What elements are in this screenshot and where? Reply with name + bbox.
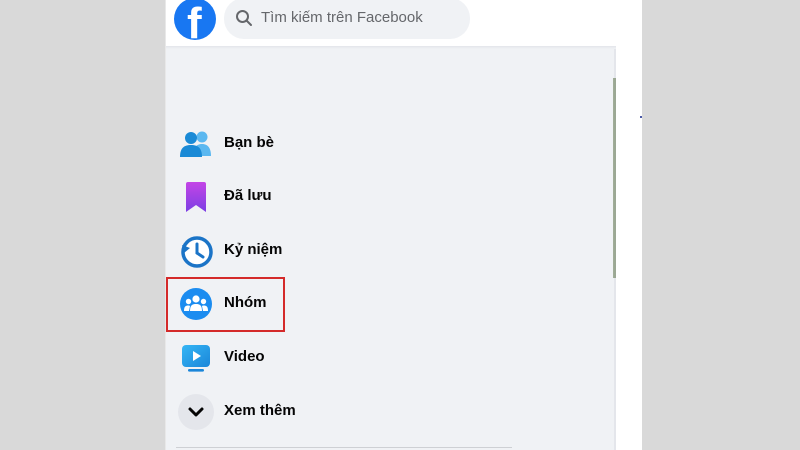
sidebar-item-memories[interactable]: Kỷ niệm [174,227,594,275]
highlight-box-groups [166,277,285,332]
sidebar-item-label: Đã lưu [224,187,272,204]
content-dot [640,116,642,118]
screenshot-stage: f Tìm kiếm trên Facebook Bạn bè Đã lưu K… [0,0,800,450]
sidebar-item-saved[interactable]: Đã lưu [174,173,594,221]
search-icon [236,10,252,26]
see-more-button[interactable]: Xem thêm [174,388,594,436]
video-icon [182,345,210,372]
memories-clock-icon [181,236,213,268]
sidebar-divider [176,447,512,448]
top-header: f Tìm kiếm trên Facebook [166,0,616,46]
search-input[interactable]: Tìm kiếm trên Facebook [261,9,423,26]
logo-letter: f [187,0,202,40]
sidebar-item-label: Bạn bè [224,134,275,151]
friends-icon [180,131,211,157]
see-more-circle [178,394,214,430]
main-content-edge [616,49,642,450]
sidebar-item-label: Video [224,348,265,365]
left-sidebar: Bạn bè Đã lưu Kỷ niệm Nhóm Video Xem thê… [166,49,616,450]
saved-bookmark-icon [186,182,206,212]
sidebar-item-friends[interactable]: Bạn bè [174,120,594,168]
sidebar-item-label: Xem thêm [224,402,296,419]
facebook-window: f Tìm kiếm trên Facebook Bạn bè Đã lưu K… [166,0,642,450]
chevron-down-icon [188,407,204,417]
facebook-logo[interactable]: f [174,0,216,40]
sidebar-item-label: Kỷ niệm [224,241,283,258]
search-box[interactable]: Tìm kiếm trên Facebook [224,0,470,39]
sidebar-item-video[interactable]: Video [174,334,594,382]
